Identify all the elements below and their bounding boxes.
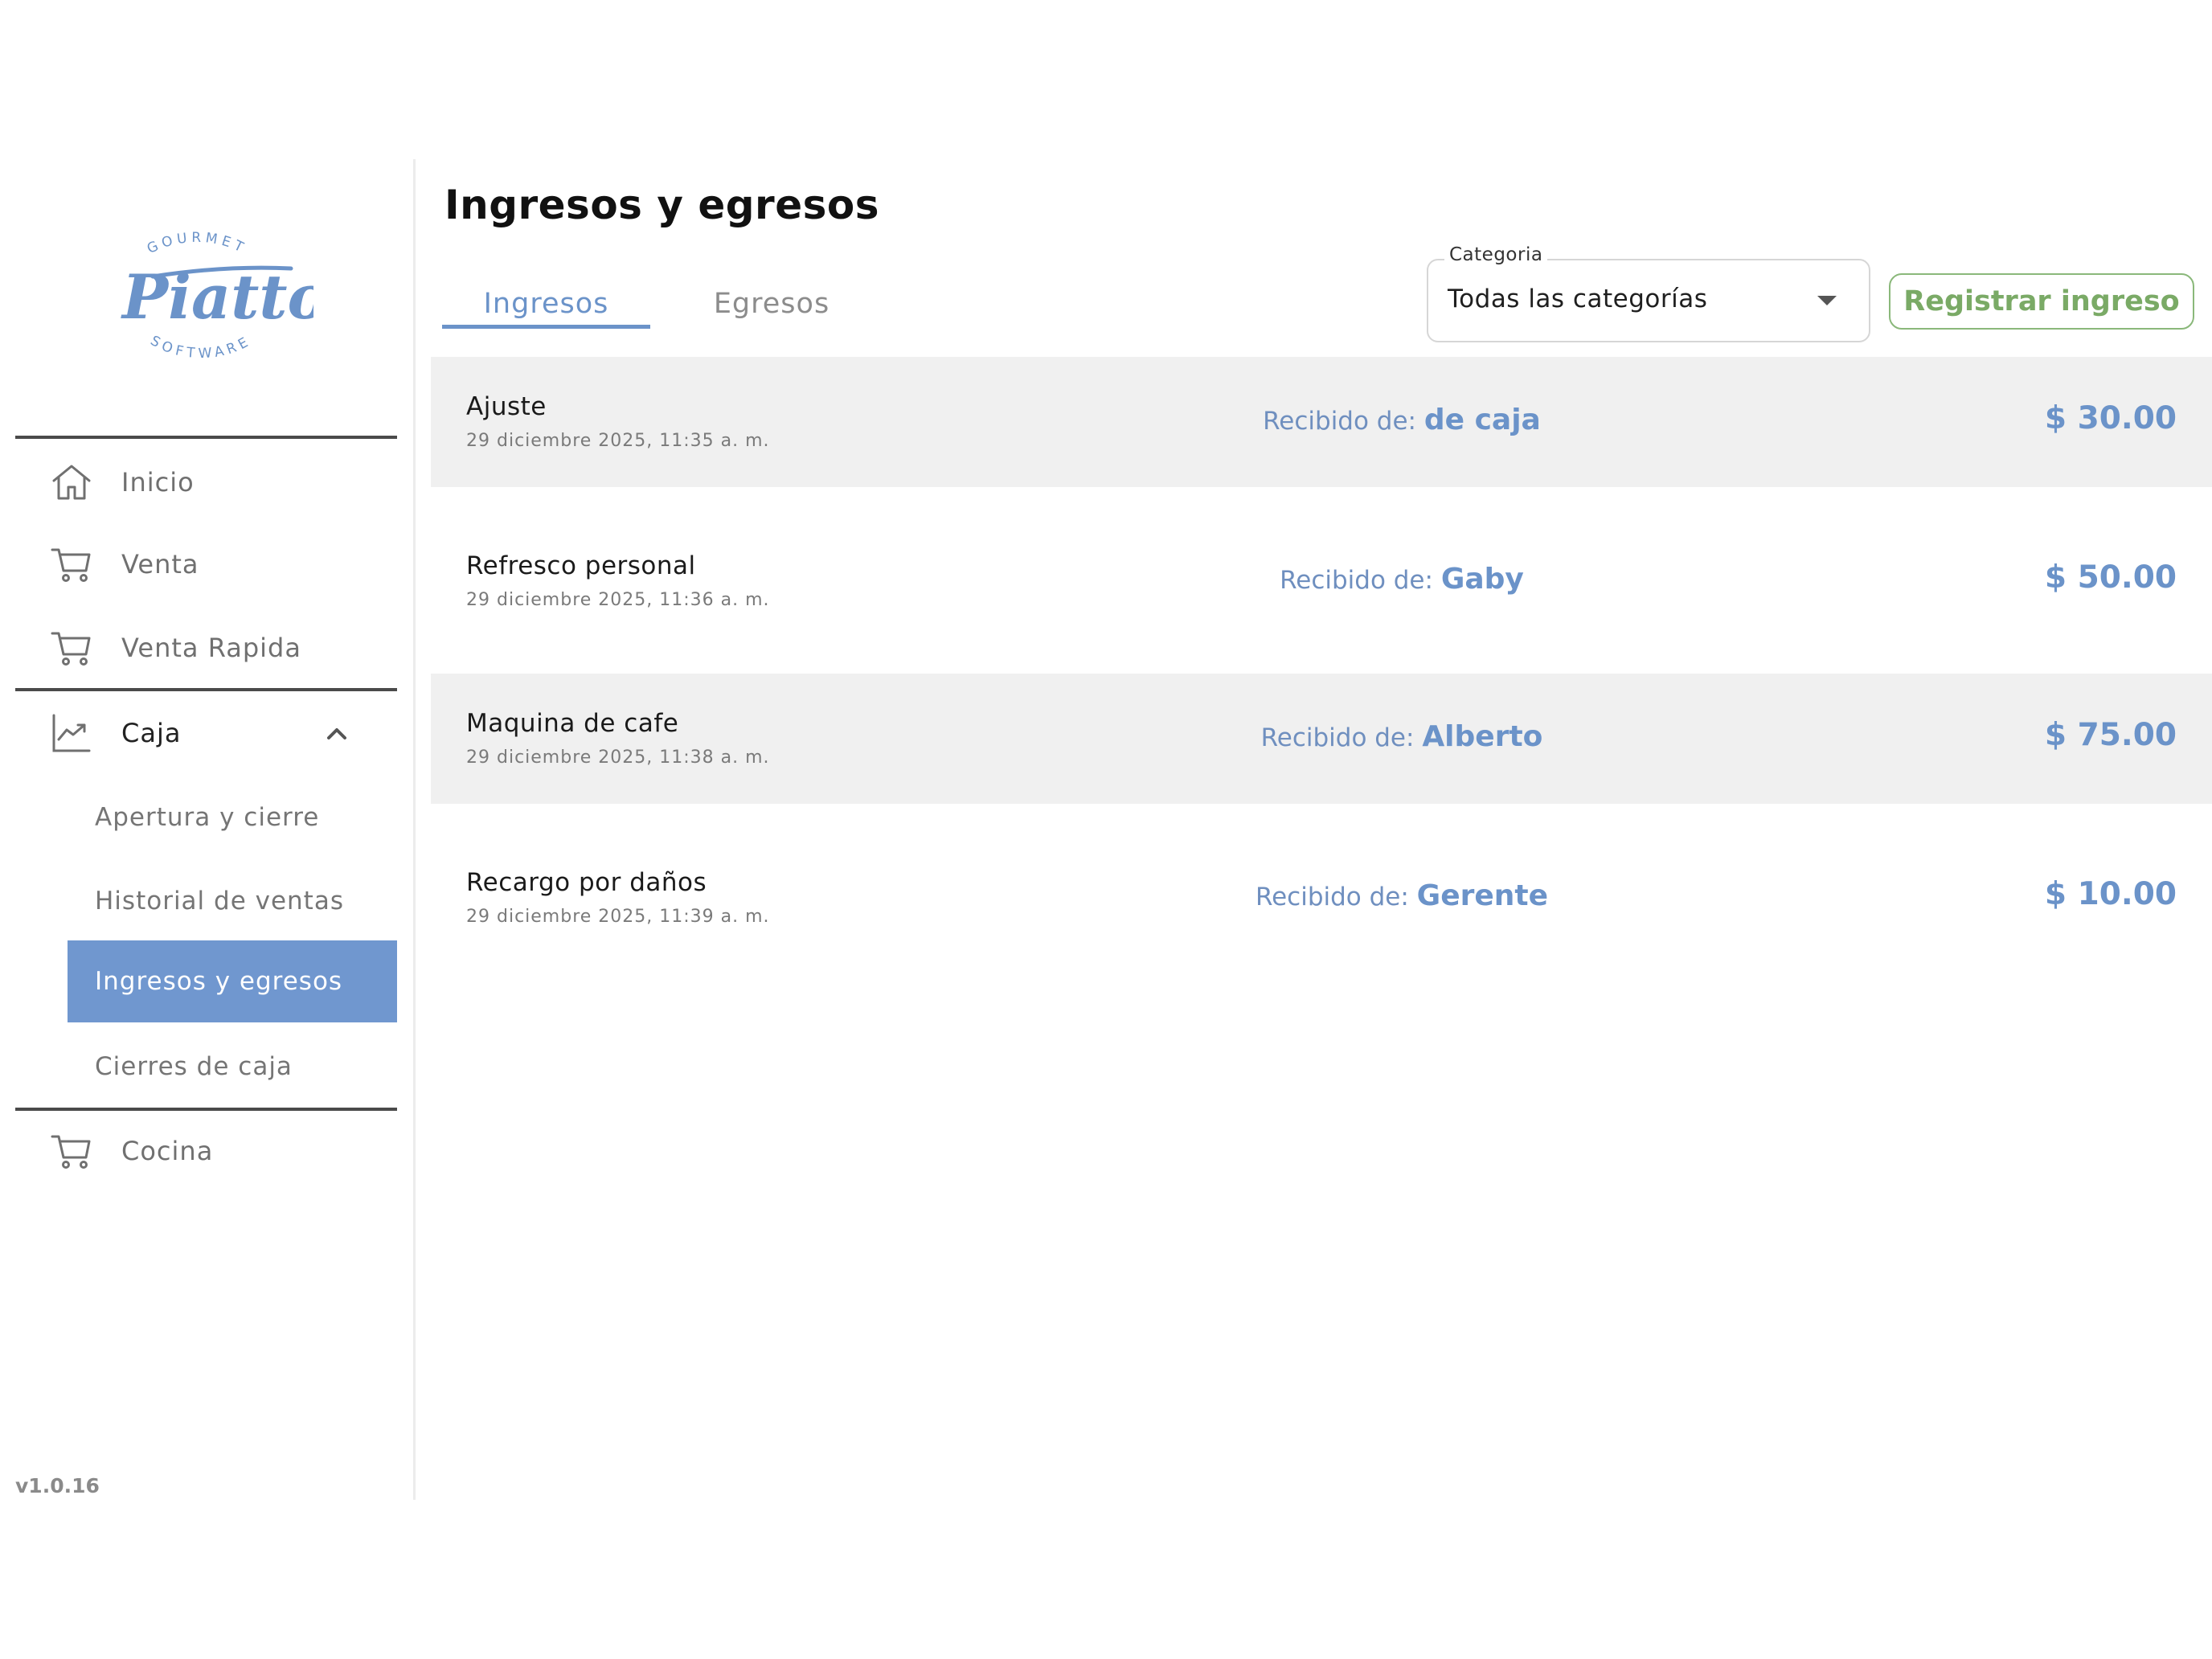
- sidebar-subitem-cierres-de-caja[interactable]: Cierres de caja: [68, 1026, 397, 1108]
- income-title: Ajuste: [466, 392, 547, 421]
- nav-divider: [15, 688, 397, 691]
- received-from: Recibido de: Gerente: [976, 879, 1828, 912]
- income-amount: $ 30.00: [2044, 400, 2177, 436]
- received-from: Recibido de: de caja: [976, 403, 1828, 436]
- sidebar-item-caja[interactable]: Caja: [15, 694, 397, 772]
- income-date: 29 diciembre 2025, 11:36 a. m.: [466, 590, 770, 610]
- sidebar-item-venta-rapida[interactable]: Venta Rapida: [15, 609, 397, 686]
- cart-icon: [49, 625, 94, 670]
- piatto-logo-graphic: GOURMET Piatto SOFTWARE: [121, 230, 328, 363]
- income-row[interactable]: Refresco personal 29 diciembre 2025, 11:…: [431, 516, 2212, 646]
- income-date: 29 diciembre 2025, 11:38 a. m.: [466, 748, 770, 768]
- sidebar-item-inicio[interactable]: Inicio: [15, 444, 397, 521]
- logo-bottom-text: SOFTWARE: [148, 333, 251, 362]
- logo-wordmark: Piatto: [121, 261, 313, 333]
- app-version: v1.0.16: [15, 1474, 100, 1497]
- income-row[interactable]: Recargo por daños 29 diciembre 2025, 11:…: [431, 833, 2212, 963]
- received-from-prefix: Recibido de:: [1263, 407, 1424, 436]
- sidebar-item-venta[interactable]: Venta: [15, 526, 397, 603]
- register-income-button[interactable]: Registrar ingreso: [1889, 273, 2194, 330]
- nav-divider: [15, 1108, 397, 1111]
- income-date: 29 diciembre 2025, 11:39 a. m.: [466, 907, 770, 927]
- chevron-up-icon[interactable]: [321, 717, 353, 749]
- sidebar-subitem-label: Ingresos y egresos: [95, 967, 343, 996]
- received-from-name: de caja: [1423, 403, 1541, 436]
- tab-egresos[interactable]: Egresos: [691, 276, 852, 331]
- received-from-prefix: Recibido de:: [1260, 723, 1423, 752]
- sidebar-item-cocina[interactable]: Cocina: [15, 1112, 397, 1190]
- income-title: Recargo por daños: [466, 868, 707, 897]
- income-amount: $ 10.00: [2044, 876, 2177, 912]
- sidebar-item-label: Venta Rapida: [121, 633, 301, 663]
- sidebar-subitem-label: Historial de ventas: [95, 887, 344, 916]
- income-title: Maquina de cafe: [466, 709, 679, 738]
- received-from-prefix: Recibido de:: [1255, 883, 1417, 911]
- income-amount: $ 50.00: [2044, 559, 2177, 596]
- income-row[interactable]: Ajuste 29 diciembre 2025, 11:35 a. m. Re…: [431, 357, 2212, 487]
- income-amount: $ 75.00: [2044, 717, 2177, 753]
- category-select-value: Todas las categorías: [1448, 285, 1708, 313]
- dropdown-caret-icon: [1817, 296, 1837, 305]
- page-title: Ingresos y egresos: [444, 182, 879, 228]
- home-icon: [49, 460, 94, 505]
- sidebar-item-label: Cocina: [121, 1136, 214, 1166]
- sidebar-subitem-ingresos-y-egresos[interactable]: Ingresos y egresos: [68, 940, 397, 1022]
- piatto-logo: GOURMET Piatto SOFTWARE: [104, 215, 328, 376]
- sidebar-item-label: Venta: [121, 549, 199, 580]
- category-select[interactable]: Categoria Todas las categorías: [1427, 244, 1870, 342]
- received-from: Recibido de: Alberto: [976, 720, 1828, 753]
- income-title: Refresco personal: [466, 551, 696, 580]
- income-date: 29 diciembre 2025, 11:35 a. m.: [466, 431, 770, 451]
- chart-line-icon: [49, 711, 94, 756]
- sidebar-subitem-label: Apertura y cierre: [95, 803, 320, 832]
- sidebar-item-label: Caja: [121, 718, 182, 748]
- income-row[interactable]: Maquina de cafe 29 diciembre 2025, 11:38…: [431, 674, 2212, 804]
- category-select-label: Categoria: [1444, 244, 1548, 265]
- sidebar-item-label: Inicio: [121, 467, 195, 498]
- nav-divider: [15, 436, 397, 439]
- tab-ingresos[interactable]: Ingresos: [442, 276, 650, 331]
- sidebar-border: [413, 159, 416, 1500]
- received-from-name: Gaby: [1440, 563, 1524, 596]
- received-from-name: Alberto: [1422, 720, 1543, 753]
- cart-icon: [49, 542, 94, 587]
- active-tab-indicator: [442, 325, 650, 329]
- cart-icon: [49, 1129, 94, 1174]
- svg-text:GOURMET: GOURMET: [145, 230, 249, 257]
- sidebar-subitem-label: Cierres de caja: [95, 1052, 293, 1081]
- received-from-prefix: Recibido de:: [1280, 566, 1441, 595]
- logo-top-text: GOURMET: [145, 230, 245, 257]
- sidebar: GOURMET Piatto SOFTWARE Inicio Venta Ven…: [0, 0, 415, 1659]
- sidebar-subitem-historial-de-ventas[interactable]: Historial de ventas: [68, 860, 397, 942]
- sidebar-subitem-apertura-y-cierre[interactable]: Apertura y cierre: [68, 776, 397, 858]
- received-from-name: Gerente: [1416, 879, 1549, 912]
- svg-text:SOFTWARE: SOFTWARE: [148, 333, 255, 362]
- received-from: Recibido de: Gaby: [976, 563, 1828, 596]
